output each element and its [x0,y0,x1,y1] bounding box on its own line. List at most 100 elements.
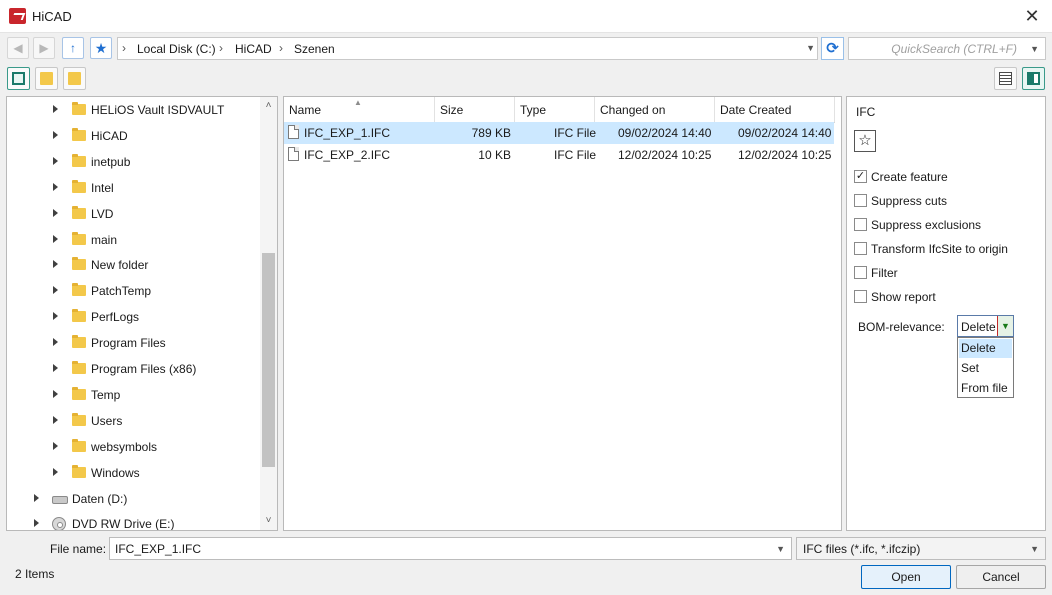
folder-button[interactable] [63,67,86,90]
column-label: Size [440,103,464,117]
details-view-button[interactable] [994,67,1017,90]
tree-item[interactable]: New folder [7,253,265,277]
expand-arrow-icon[interactable] [53,208,58,217]
column-header-changed[interactable]: Changed on [595,97,715,122]
favorites-star-icon[interactable]: ★ [90,37,112,59]
expand-arrow-icon[interactable] [53,286,58,295]
tree-item-label: DVD RW Drive (E:) [72,517,175,531]
file-size-cell: 789 KB [471,126,511,140]
tree-item-label: Program Files (x86) [91,362,197,376]
tree-item-label: PerfLogs [91,310,140,325]
scrollbar-thumb[interactable] [262,253,275,467]
tree-item[interactable]: websymbols [7,435,265,459]
breadcrumb-szenen[interactable]: Szenen [294,42,335,56]
file-type-value: IFC files (*.ifc, *.ifczip) [803,542,921,556]
bom-option-from-file[interactable]: From file [959,379,1012,398]
scroll-up-icon[interactable]: ˄ [264,101,273,111]
file-type-select[interactable]: IFC files (*.ifc, *.ifczip) ▼ [796,537,1046,560]
expand-arrow-icon[interactable] [53,260,58,269]
expand-arrow-icon[interactable] [53,364,58,372]
open-button[interactable]: Open [861,565,951,589]
tree-item[interactable]: Intel [7,176,265,200]
address-bar[interactable]: › Local Disk (C:) › HiCAD › Szenen ▼ [117,37,818,60]
expand-arrow-icon[interactable] [34,493,39,502]
cancel-button[interactable]: Cancel [956,565,1046,589]
chevron-down-icon[interactable]: ▼ [806,43,815,53]
breadcrumb-hicad[interactable]: HiCAD [235,42,272,56]
checkbox-checked[interactable]: ✓ [854,170,867,183]
tree-item[interactable]: main [7,228,265,252]
up-folder-button[interactable]: ↑ [62,37,84,59]
file-row[interactable]: IFC_EXP_2.IFC 10 KB IFC File 12/02/2024 10:… [284,144,834,166]
tree-item[interactable]: PerfLogs [7,305,265,329]
scroll-down-icon[interactable]: ˅ [264,516,273,526]
column-header-name[interactable]: Name ▲ [284,97,435,122]
checkbox[interactable] [854,266,867,279]
expand-arrow-icon[interactable] [53,441,58,450]
chevron-down-icon[interactable]: ▼ [997,316,1013,336]
expand-arrow-icon[interactable] [53,156,58,165]
refresh-button[interactable]: ⟳ [821,37,844,60]
file-name-value: IFC_EXP_1.IFC [115,542,202,556]
tree-item[interactable]: Program Files [7,331,265,355]
tree-item-label: Intel [91,180,114,195]
tree-item[interactable]: PatchTemp [7,279,265,303]
expand-arrow-icon[interactable] [34,519,39,528]
tree-item[interactable]: HELiOS Vault ISDVAULT [7,98,265,122]
expand-arrow-icon[interactable] [53,234,58,243]
quick-search-input[interactable]: QuickSearch (CTRL+F) ▼ [848,37,1046,60]
tree-scrollbar[interactable]: ˄ ˅ [260,97,277,530]
tree-item[interactable]: Daten (D:) [7,487,265,511]
column-header-created[interactable]: Date Created [715,97,835,122]
forward-button[interactable]: ▶ [33,37,55,59]
tree-item[interactable]: Windows [7,461,265,485]
checkbox[interactable] [854,218,867,231]
checkbox[interactable] [854,290,867,303]
column-header-type[interactable]: Type [515,97,595,122]
panel-icon [12,72,25,85]
new-folder-button[interactable] [35,67,58,90]
folder-icon [72,127,86,141]
tree-item[interactable]: Temp [7,383,265,407]
tree-item[interactable]: LVD [7,202,265,226]
tree-item[interactable]: HiCAD [7,124,265,148]
option-label: Filter [871,266,898,280]
close-icon[interactable]: ✕ [1022,6,1042,26]
breadcrumb-local-disk[interactable]: Local Disk (C:) [137,42,216,56]
file-changed-cell: 12/02/2024 10:25 [618,148,712,162]
folder-tree[interactable]: HELiOS Vault ISDVAULT HiCAD inetpub Intel LV… [6,96,278,531]
bom-option-set[interactable]: Set [959,359,1012,378]
column-header-size[interactable]: Size [435,97,515,122]
expand-arrow-icon[interactable] [53,338,58,347]
back-button[interactable]: ◀ [7,37,29,59]
expand-arrow-icon[interactable] [53,130,58,139]
file-row[interactable]: IFC_EXP_1.IFC 789 KB IFC File 09/02/2024 14… [284,122,834,144]
file-list[interactable]: Name ▲ Size Type Changed on Date Created… [283,96,842,531]
favorite-star-icon[interactable]: ☆ [854,130,876,152]
chevron-down-icon[interactable]: ▼ [776,544,785,554]
expand-arrow-icon[interactable] [53,182,58,191]
file-name-cell: IFC_EXP_1.IFC [304,126,391,140]
tree-item[interactable]: DVD RW Drive (E:) [7,512,265,531]
expand-arrow-icon[interactable] [53,312,58,321]
tree-item[interactable]: inetpub [7,150,265,174]
expand-arrow-icon[interactable] [53,389,58,398]
tree-item[interactable]: Program Files (x86) [7,357,265,381]
expand-arrow-icon[interactable] [53,105,58,113]
sort-ascending-icon: ▲ [354,98,362,107]
bom-relevance-select[interactable]: Delete ▼ [957,315,1014,337]
file-name-input[interactable]: IFC_EXP_1.IFC ▼ [109,537,792,560]
panel-title: IFC [856,105,876,119]
bom-option-delete[interactable]: Delete [959,339,1012,358]
expand-arrow-icon[interactable] [53,467,58,476]
chevron-down-icon[interactable]: ▼ [1030,44,1039,54]
tree-item-label: Users [91,413,123,428]
tree-item[interactable]: Users [7,409,265,433]
chevron-down-icon[interactable]: ▼ [1030,544,1039,554]
toggle-tree-button[interactable] [7,67,30,90]
checkbox[interactable] [854,194,867,207]
expand-arrow-icon[interactable] [53,415,58,424]
bom-relevance-dropdown[interactable]: Delete Set From file [957,337,1014,398]
preview-pane-button[interactable] [1022,67,1045,90]
checkbox[interactable] [854,242,867,255]
